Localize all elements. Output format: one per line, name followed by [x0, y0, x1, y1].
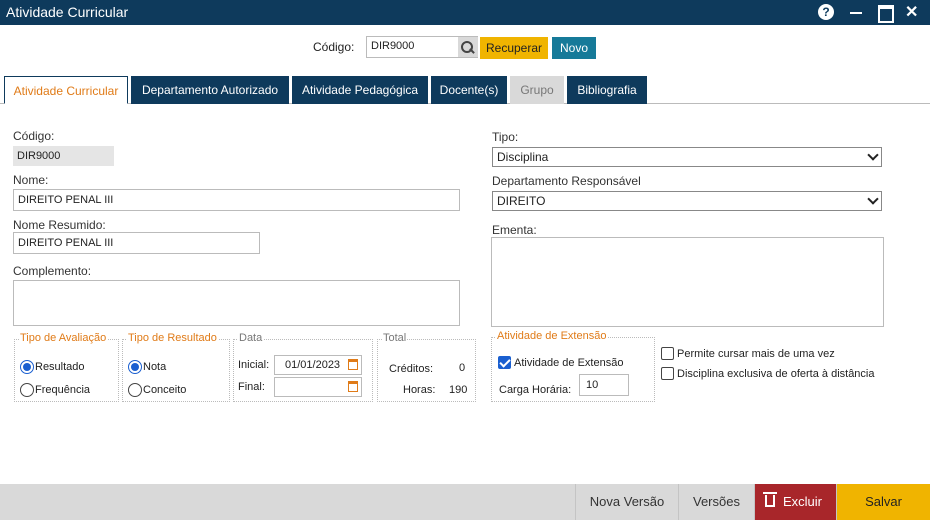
- extensao-group: Atividade de Extensão Atividade de Exten…: [491, 330, 655, 402]
- tipo-select-value: Disciplina: [497, 150, 549, 164]
- footer-bar: Nova Versão Versões Excluir Salvar: [0, 484, 930, 520]
- conceito-radio[interactable]: [128, 383, 142, 397]
- code-search-label: Código:: [313, 40, 355, 54]
- permite-cursar-label: Permite cursar mais de uma vez: [677, 348, 835, 360]
- salvar-button[interactable]: Salvar: [836, 484, 930, 520]
- tab-departamento-autorizado[interactable]: Departamento Autorizado: [131, 76, 289, 104]
- departamento-select[interactable]: DIREITO: [492, 191, 882, 211]
- departamento-select-value: DIREITO: [497, 194, 546, 208]
- data-inicial-label: Inicial:: [238, 359, 270, 371]
- nome-field[interactable]: DIREITO PENAL III: [13, 189, 460, 211]
- extensao-checkbox-label: Atividade de Extensão: [514, 357, 624, 369]
- tab-atividade-pedagogica[interactable]: Atividade Pedagógica: [292, 76, 428, 104]
- complemento-field[interactable]: [13, 280, 460, 326]
- maximize-icon[interactable]: [876, 3, 896, 23]
- code-search-row: Código: DIR9000 Recuperar Novo: [0, 36, 930, 62]
- window-title: Atividade Curricular: [6, 4, 129, 20]
- resultado-label: Resultado: [35, 361, 85, 373]
- total-group: Total Créditos: 0 Horas: 190: [377, 332, 476, 402]
- tab-bibliografia[interactable]: Bibliografia: [567, 76, 647, 104]
- tipo-avaliacao-group: Tipo de Avaliação Resultado Frequência: [14, 332, 119, 402]
- tipo-resultado-group: Tipo de Resultado Nota Conceito: [122, 332, 230, 402]
- nota-radio[interactable]: [128, 360, 142, 374]
- trash-icon: [763, 492, 777, 507]
- tab-bar: Atividade Curricular Departamento Autori…: [0, 76, 930, 104]
- departamento-label: Departamento Responsável: [492, 174, 641, 188]
- nota-label: Nota: [143, 361, 167, 373]
- codigo-field: DIR9000: [13, 146, 114, 166]
- resultado-radio[interactable]: [20, 360, 34, 374]
- nome-resumido-label: Nome Resumido:: [13, 218, 106, 232]
- permite-cursar-checkbox[interactable]: [661, 347, 674, 360]
- frequencia-radio[interactable]: [20, 383, 34, 397]
- nome-resumido-field[interactable]: DIREITO PENAL III: [13, 232, 260, 254]
- creditos-label: Créditos:: [389, 363, 434, 375]
- horas-label: Horas:: [403, 384, 436, 396]
- title-bar: Atividade Curricular ? ✕: [0, 0, 930, 25]
- exclusiva-distancia-label: Disciplina exclusiva de oferta à distânc…: [677, 368, 875, 380]
- data-group: Data Inicial: 01/01/2023 Final:: [233, 332, 373, 402]
- help-icon[interactable]: ?: [818, 4, 834, 20]
- creditos-value: 0: [459, 362, 466, 374]
- total-title: Total: [382, 332, 408, 344]
- frequencia-label: Frequência: [35, 384, 91, 396]
- tab-grupo: Grupo: [510, 76, 564, 104]
- versoes-button[interactable]: Versões: [678, 484, 754, 520]
- carga-horaria-label: Carga Horária:: [499, 384, 572, 396]
- tipo-label: Tipo:: [492, 130, 519, 144]
- ementa-label: Ementa:: [492, 223, 537, 237]
- novo-button[interactable]: Novo: [552, 37, 596, 59]
- nova-versao-button[interactable]: Nova Versão: [575, 484, 678, 520]
- close-icon[interactable]: ✕: [905, 3, 925, 23]
- data-title: Data: [238, 332, 264, 344]
- data-inicial-field[interactable]: 01/01/2023: [274, 355, 362, 375]
- extensao-checkbox[interactable]: [498, 356, 511, 369]
- excluir-button[interactable]: Excluir: [754, 484, 836, 520]
- tipo-avaliacao-title: Tipo de Avaliação: [19, 332, 108, 344]
- excluir-label: Excluir: [782, 494, 822, 509]
- extensao-title: Atividade de Extensão: [496, 330, 608, 342]
- recuperar-button[interactable]: Recuperar: [480, 37, 548, 59]
- exclusiva-distancia-checkbox[interactable]: [661, 367, 674, 380]
- chevron-down-icon: [867, 193, 879, 205]
- carga-horaria-field[interactable]: 10: [579, 374, 629, 396]
- chevron-down-icon: [867, 149, 879, 161]
- calendar-icon[interactable]: [348, 381, 358, 392]
- codigo-label: Código:: [13, 129, 55, 143]
- minimize-icon[interactable]: [848, 3, 868, 23]
- tipo-resultado-title: Tipo de Resultado: [127, 332, 218, 344]
- tipo-select[interactable]: Disciplina: [492, 147, 882, 167]
- conceito-label: Conceito: [143, 384, 187, 396]
- data-inicial-value: 01/01/2023: [285, 359, 341, 371]
- data-final-label: Final:: [238, 381, 265, 393]
- complemento-label: Complemento:: [13, 264, 92, 278]
- nome-label: Nome:: [13, 173, 49, 187]
- horas-value: 190: [449, 384, 468, 396]
- data-final-field[interactable]: [274, 377, 362, 397]
- tab-atividade-curricular[interactable]: Atividade Curricular: [4, 76, 128, 104]
- search-icon[interactable]: [458, 37, 478, 57]
- tab-docentes[interactable]: Docente(s): [431, 76, 507, 104]
- calendar-icon[interactable]: [348, 359, 358, 370]
- ementa-field[interactable]: [491, 237, 884, 327]
